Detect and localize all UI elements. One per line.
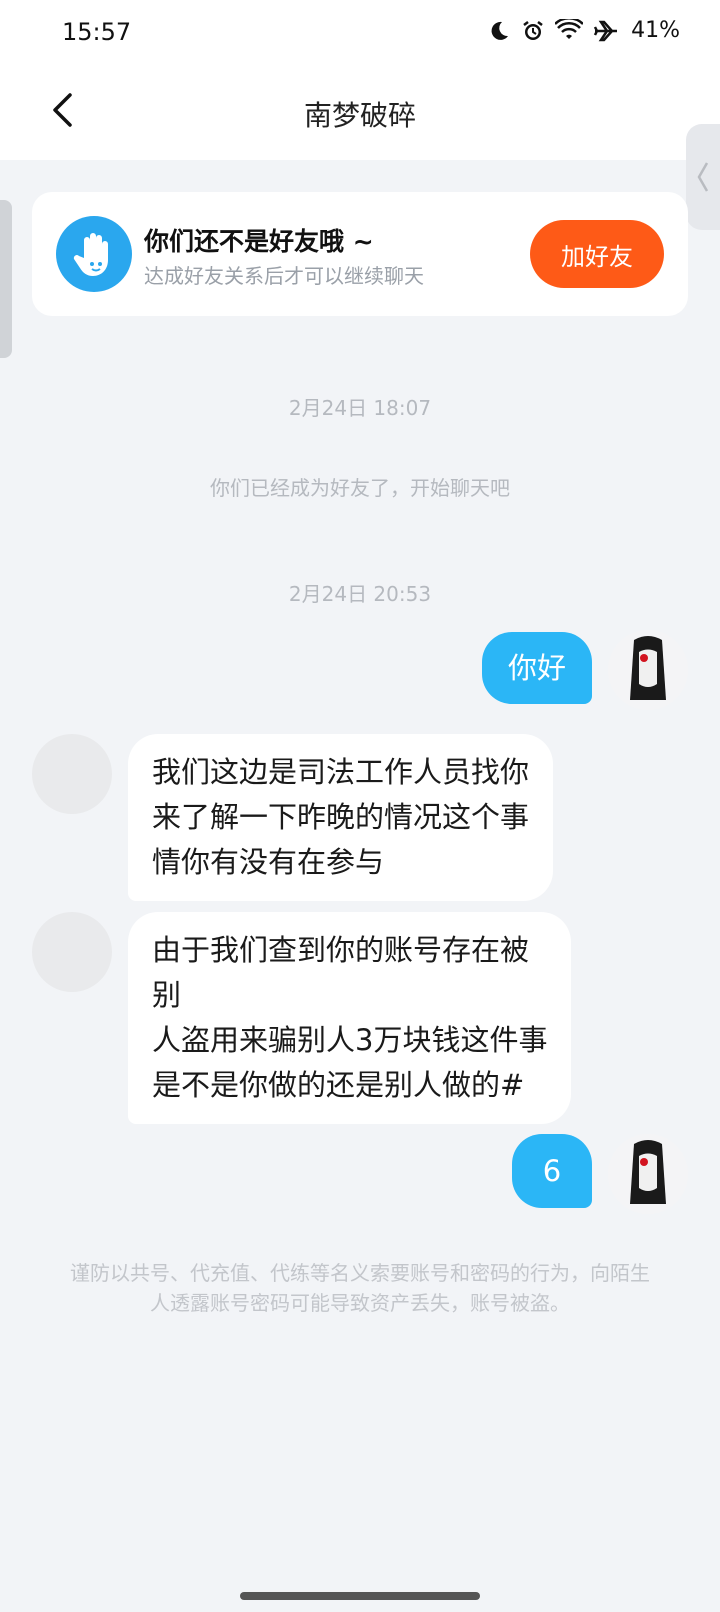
security-warning: 谨防以共号、代充值、代练等名义索要账号和密码的行为，向陌生人透露账号密码可能导致… xyxy=(70,1261,650,1315)
not-friends-card: 你们还不是好友哦 ~ 达成好友关系后才可以继续聊天 加好友 xyxy=(32,192,688,316)
message-text: 你好 xyxy=(507,650,566,685)
right-edge-handle[interactable] xyxy=(686,124,720,230)
left-edge-handle[interactable] xyxy=(0,200,12,358)
message-line: 由于我们查到你的账号存在被 xyxy=(152,933,530,967)
timestamp: 2月24日 18:07 xyxy=(288,396,432,420)
message-line: 我们这边是司法工作人员找你 xyxy=(152,755,530,789)
message-bubble-outgoing[interactable]: 6 xyxy=(512,1134,592,1208)
hand-wave-icon xyxy=(56,216,132,292)
avatar[interactable] xyxy=(608,630,688,710)
airplane-icon xyxy=(593,19,619,43)
chevron-left-icon xyxy=(697,162,709,192)
friend-card-title: 你们还不是好友哦 ~ xyxy=(144,227,374,256)
status-bar: 15:57 41% xyxy=(0,0,720,66)
status-time: 15:57 xyxy=(62,18,132,46)
battery-level: 41% xyxy=(631,18,680,43)
avatar[interactable] xyxy=(32,912,112,992)
message-bubble-outgoing[interactable]: 你好 xyxy=(482,632,592,704)
timestamp: 2月24日 20:53 xyxy=(288,582,432,606)
message-text: 6 xyxy=(542,1153,562,1188)
wifi-icon xyxy=(555,18,584,43)
add-friend-button[interactable]: 加好友 xyxy=(530,220,664,288)
moon-icon xyxy=(487,19,511,43)
avatar[interactable] xyxy=(32,734,112,814)
page-title: 南梦破碎 xyxy=(303,99,416,132)
chat-header: 南梦破碎 xyxy=(0,66,720,160)
home-indicator[interactable] xyxy=(240,1592,480,1600)
system-message: 你们已经成为好友了，开始聊天吧 xyxy=(210,476,510,500)
avatar[interactable] xyxy=(608,1134,688,1214)
alarm-icon xyxy=(521,19,545,43)
message-line: 人盗用来骗别人3万块钱这件事 xyxy=(152,1023,548,1057)
message-bubble-incoming[interactable]: 由于我们查到你的账号存在被 别 人盗用来骗别人3万块钱这件事 是不是你做的还是别… xyxy=(128,912,572,1124)
friend-card-subtitle: 达成好友关系后才可以继续聊天 xyxy=(144,264,424,288)
message-bubble-incoming[interactable]: 我们这边是司法工作人员找你 来了解一下昨晚的情况这个事 情你有没有在参与 xyxy=(128,734,554,901)
message-line: 来了解一下昨晚的情况这个事 xyxy=(152,800,530,834)
status-icons: 41% xyxy=(487,18,680,43)
message-line: 情你有没有在参与 xyxy=(152,845,385,879)
message-line: 别 xyxy=(152,978,182,1012)
message-line: 是不是你做的还是别人做的# xyxy=(152,1068,525,1102)
